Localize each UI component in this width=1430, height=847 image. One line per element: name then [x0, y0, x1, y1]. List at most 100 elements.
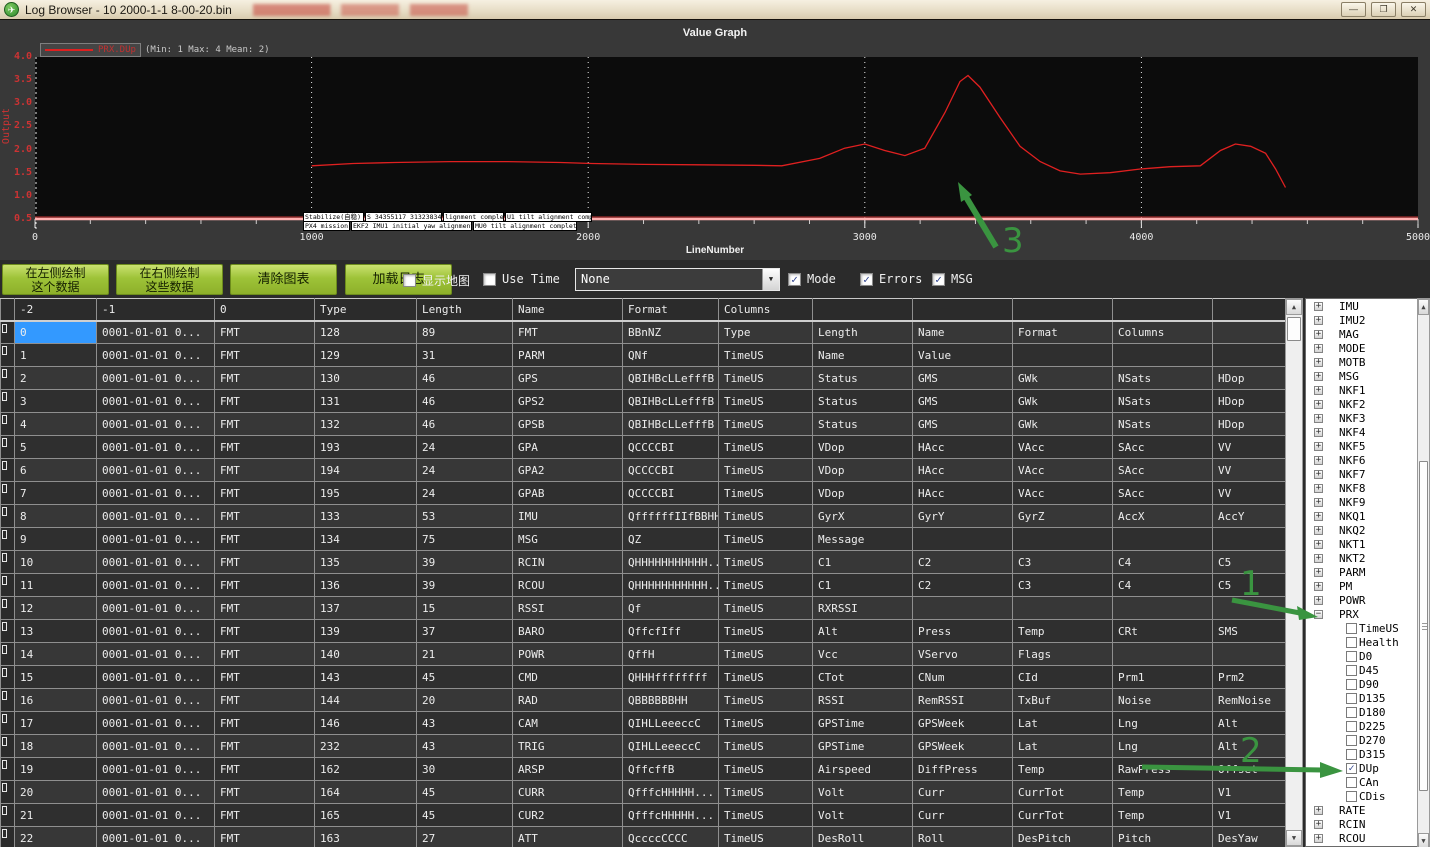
- table-cell[interactable]: [1113, 528, 1213, 551]
- expand-icon[interactable]: +: [1314, 372, 1323, 381]
- column-header[interactable]: [1113, 299, 1213, 321]
- table-cell[interactable]: 14: [15, 643, 97, 666]
- table-cell[interactable]: RSSI: [813, 689, 913, 712]
- field-checkbox[interactable]: [1346, 693, 1357, 704]
- table-cell[interactable]: 43: [417, 712, 513, 735]
- table-cell[interactable]: 20: [417, 689, 513, 712]
- table-cell[interactable]: C5: [1213, 551, 1286, 574]
- tree-item-nkf6[interactable]: +NKF6: [1306, 453, 1429, 467]
- table-cell[interactable]: 39: [417, 574, 513, 597]
- table-cell[interactable]: QBIHBcLLefffB: [623, 367, 719, 390]
- table-cell[interactable]: GMS: [913, 367, 1013, 390]
- table-cell[interactable]: Pitch: [1113, 827, 1213, 847]
- scroll-up-icon[interactable]: ▲: [1286, 299, 1302, 315]
- table-cell[interactable]: 0001-01-01 0...: [97, 436, 215, 459]
- table-cell[interactable]: Name: [813, 344, 913, 367]
- table-cell[interactable]: TimeUS: [719, 712, 813, 735]
- table-cell[interactable]: TRIG: [513, 735, 623, 758]
- tree-item-rcou[interactable]: +RCOU: [1306, 831, 1429, 845]
- table-cell[interactable]: Alt: [1213, 712, 1286, 735]
- table-cell[interactable]: [1113, 597, 1213, 620]
- table-cell[interactable]: 45: [417, 781, 513, 804]
- table-cell[interactable]: 4: [15, 413, 97, 436]
- field-checkbox[interactable]: [1346, 791, 1357, 802]
- table-cell[interactable]: Press: [913, 620, 1013, 643]
- row-header[interactable]: [1, 459, 15, 482]
- table-cell[interactable]: TimeUS: [719, 597, 813, 620]
- table-cell[interactable]: TimeUS: [719, 620, 813, 643]
- table-cell[interactable]: 0001-01-01 0...: [97, 666, 215, 689]
- collapse-icon[interactable]: −: [1314, 610, 1323, 619]
- table-cell[interactable]: TimeUS: [719, 804, 813, 827]
- table-cell[interactable]: 144: [315, 689, 417, 712]
- table-cell[interactable]: GWk: [1013, 413, 1113, 436]
- table-cell[interactable]: 24: [417, 482, 513, 505]
- table-cell[interactable]: 0001-01-01 0...: [97, 643, 215, 666]
- table-cell[interactable]: QZ: [623, 528, 719, 551]
- table-cell[interactable]: HDop: [1213, 413, 1286, 436]
- table-cell[interactable]: 46: [417, 413, 513, 436]
- clear-graph-button[interactable]: 清除图表: [230, 264, 337, 295]
- table-cell[interactable]: 21: [15, 804, 97, 827]
- expand-icon[interactable]: +: [1314, 834, 1323, 843]
- table-cell[interactable]: FMT: [215, 666, 315, 689]
- table-cell[interactable]: 0001-01-01 0...: [97, 413, 215, 436]
- table-cell[interactable]: FMT: [215, 321, 315, 344]
- row-header[interactable]: [1, 643, 15, 666]
- table-cell[interactable]: FMT: [215, 459, 315, 482]
- tree-field-d45[interactable]: D45: [1306, 663, 1429, 677]
- table-cell[interactable]: 0001-01-01 0...: [97, 528, 215, 551]
- table-cell[interactable]: C1: [813, 574, 913, 597]
- table-cell[interactable]: DesPitch: [1013, 827, 1113, 847]
- table-cell[interactable]: TimeUS: [719, 666, 813, 689]
- table-cell[interactable]: CAM: [513, 712, 623, 735]
- tree-field-d270[interactable]: D270: [1306, 733, 1429, 747]
- expand-icon[interactable]: +: [1314, 470, 1323, 479]
- row-header[interactable]: [1, 781, 15, 804]
- table-cell[interactable]: FMT: [215, 367, 315, 390]
- table-cell[interactable]: VV: [1213, 459, 1286, 482]
- table-cell[interactable]: Volt: [813, 781, 913, 804]
- mode-checkbox[interactable]: ✓ Mode: [788, 272, 836, 286]
- table-cell[interactable]: Airspeed: [813, 758, 913, 781]
- table-cell[interactable]: 194: [315, 459, 417, 482]
- table-cell[interactable]: GyrZ: [1013, 505, 1113, 528]
- expand-icon[interactable]: +: [1314, 386, 1323, 395]
- table-cell[interactable]: QNf: [623, 344, 719, 367]
- table-cell[interactable]: 12: [15, 597, 97, 620]
- table-cell[interactable]: CurrTot: [1013, 781, 1113, 804]
- table-cell[interactable]: C4: [1113, 574, 1213, 597]
- table-cell[interactable]: Temp: [1113, 781, 1213, 804]
- table-cell[interactable]: TimeUS: [719, 735, 813, 758]
- table-cell[interactable]: Temp: [1013, 620, 1113, 643]
- table-cell[interactable]: 0: [15, 321, 97, 344]
- tree-item-nkf7[interactable]: +NKF7: [1306, 467, 1429, 481]
- table-cell[interactable]: RSSI: [513, 597, 623, 620]
- table-cell[interactable]: VAcc: [1013, 436, 1113, 459]
- table-cell[interactable]: BARO: [513, 620, 623, 643]
- table-cell[interactable]: 45: [417, 666, 513, 689]
- table-cell[interactable]: Lat: [1013, 712, 1113, 735]
- tree-field-d315[interactable]: D315: [1306, 747, 1429, 761]
- row-header[interactable]: [1, 689, 15, 712]
- table-cell[interactable]: TimeUS: [719, 344, 813, 367]
- table-cell[interactable]: FMT: [215, 689, 315, 712]
- table-cell[interactable]: TimeUS: [719, 781, 813, 804]
- table-cell[interactable]: ATT: [513, 827, 623, 847]
- table-cell[interactable]: HAcc: [913, 436, 1013, 459]
- table-cell[interactable]: 0001-01-01 0...: [97, 367, 215, 390]
- table-cell[interactable]: Flags: [1013, 643, 1113, 666]
- row-header[interactable]: [1, 735, 15, 758]
- table-cell[interactable]: QHHHffffffff: [623, 666, 719, 689]
- column-header[interactable]: [813, 299, 913, 321]
- close-button[interactable]: ✕: [1401, 2, 1426, 17]
- table-cell[interactable]: [1113, 643, 1213, 666]
- table-cell[interactable]: 0001-01-01 0...: [97, 712, 215, 735]
- table-cell[interactable]: QfffcHHHHH...: [623, 804, 719, 827]
- table-cell[interactable]: QffH: [623, 643, 719, 666]
- table-cell[interactable]: NSats: [1113, 413, 1213, 436]
- table-cell[interactable]: Curr: [913, 781, 1013, 804]
- column-header[interactable]: 0: [215, 299, 315, 321]
- table-cell[interactable]: Length: [813, 321, 913, 344]
- table-cell[interactable]: 0001-01-01 0...: [97, 390, 215, 413]
